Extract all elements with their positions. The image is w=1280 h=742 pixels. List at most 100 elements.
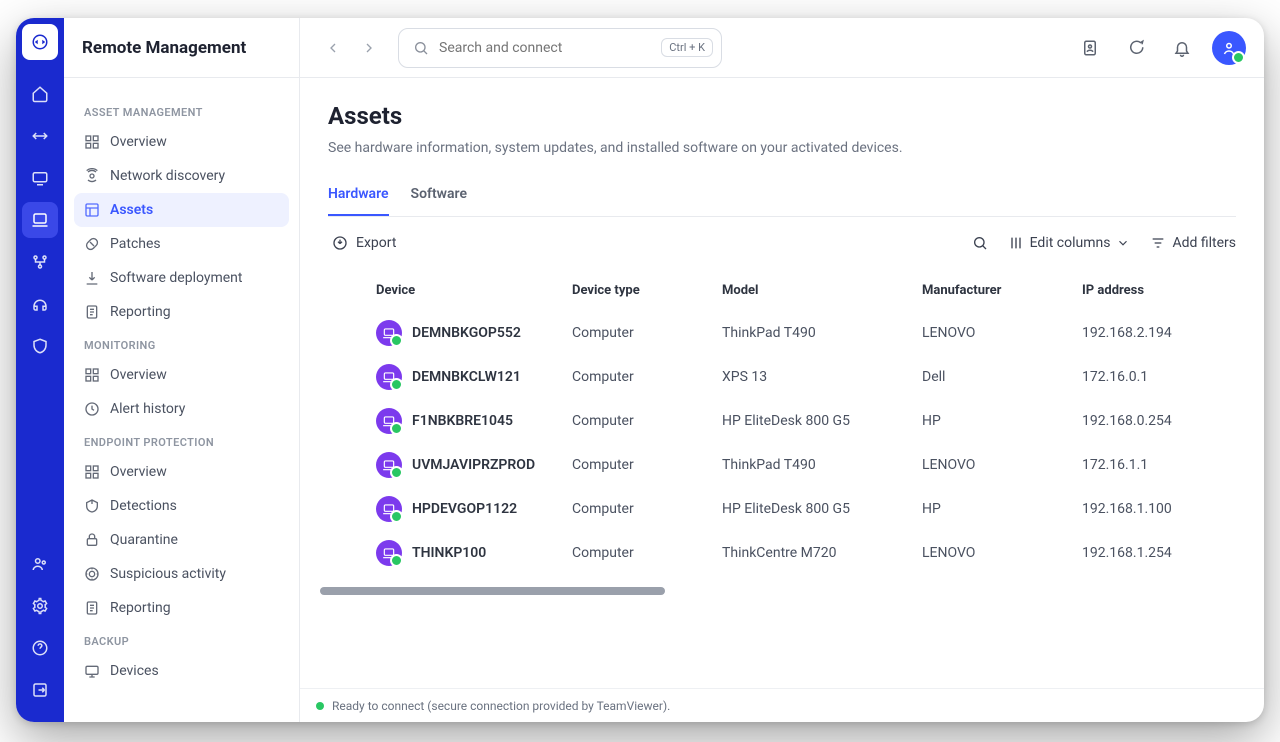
sidebar-item-quarantine[interactable]: Quarantine [74,523,289,557]
cell-model: ThinkPad T490 [722,457,922,473]
cell-ip: 192.168.2.194 [1082,325,1232,341]
cell-type: Computer [572,545,722,561]
cell-ip: 172.16.0.1 [1082,369,1232,385]
status-dot-icon [316,702,324,710]
search-input[interactable] [439,40,651,56]
notifications-icon[interactable] [1166,32,1198,64]
device-cell: F1NBKBRE1045 [376,408,572,434]
device-cell: HPDEVGOP1122 [376,496,572,522]
tab-hardware[interactable]: Hardware [328,178,389,216]
search-shortcut: Ctrl + K [661,38,713,57]
table-search-button[interactable] [972,235,988,251]
status-bar: Ready to connect (secure connection prov… [300,688,1264,722]
rail-exit-icon[interactable] [22,672,58,708]
rail-transfer-icon[interactable] [22,118,58,154]
export-label: Export [356,235,396,251]
cell-ip: 192.168.1.100 [1082,501,1232,517]
table-row[interactable]: DEMNBKCLW121ComputerXPS 13Dell172.16.0.1 [328,355,1236,399]
cell-model: XPS 13 [722,369,922,385]
page-subtitle: See hardware information, system updates… [328,140,1236,156]
sidebar-item-overview[interactable]: Overview [74,455,289,489]
page-title: Assets [328,102,1236,130]
cell-ip: 172.16.1.1 [1082,457,1232,473]
cell-type: Computer [572,369,722,385]
edit-columns-button[interactable]: Edit columns [1008,235,1131,251]
edit-columns-label: Edit columns [1030,235,1111,251]
cell-ip: 192.168.0.254 [1082,413,1232,429]
device-icon [376,364,402,390]
sidebar-item-suspicious-activity[interactable]: Suspicious activity [74,557,289,591]
cell-type: Computer [572,457,722,473]
sidebar-item-reporting[interactable]: Reporting [74,591,289,625]
cell-type: Computer [572,413,722,429]
chevron-down-icon [1116,236,1130,250]
table-row[interactable]: THINKP100ComputerThinkCentre M720LENOVO1… [328,531,1236,575]
export-button[interactable]: Export [328,229,400,257]
device-cell: UVMJAVIPRZPROD [376,452,572,478]
device-icon [376,452,402,478]
table-body: DEMNBKGOP552ComputerThinkPad T490LENOVO1… [328,311,1236,575]
nav-section-title: MONITORING [74,329,289,358]
rail-users-icon[interactable] [22,546,58,582]
rail-support-icon[interactable] [22,286,58,322]
sidebar-item-devices[interactable]: Devices [74,654,289,688]
device-icon [376,540,402,566]
table-row[interactable]: HPDEVGOP1122ComputerHP EliteDesk 800 G5H… [328,487,1236,531]
sidebar-item-patches[interactable]: Patches [74,227,289,261]
add-filters-button[interactable]: Add filters [1150,235,1236,251]
cell-manufacturer: LENOVO [922,545,1082,561]
cell-model: ThinkCentre M720 [722,545,922,561]
table-row[interactable]: DEMNBKGOP552ComputerThinkPad T490LENOVO1… [328,311,1236,355]
sidebar-item-network-discovery[interactable]: Network discovery [74,159,289,193]
device-icon [376,408,402,434]
rail-workflow-icon[interactable] [22,244,58,280]
cell-manufacturer: LENOVO [922,457,1082,473]
sidebar-item-assets[interactable]: Assets [74,193,289,227]
nav-section-title: ENDPOINT PROTECTION [74,426,289,455]
sidebar-item-overview[interactable]: Overview [74,358,289,392]
cell-manufacturer: HP [922,501,1082,517]
cell-ip: 192.168.1.254 [1082,545,1232,561]
nav-forward-button[interactable] [354,33,384,63]
search-icon [972,235,988,251]
search-field[interactable]: Ctrl + K [398,28,722,68]
rail-settings-icon[interactable] [22,588,58,624]
filter-icon [1150,235,1166,251]
sidebar-item-alert-history[interactable]: Alert history [74,392,289,426]
sidebar-item-software-deployment[interactable]: Software deployment [74,261,289,295]
app-title: Remote Management [82,38,246,58]
sidebar-item-reporting[interactable]: Reporting [74,295,289,329]
sidebar-nav: ASSET MANAGEMENTOverviewNetwork discover… [64,78,300,688]
col-type: Device type [572,283,722,298]
contacts-icon[interactable] [1074,32,1106,64]
device-cell: DEMNBKGOP552 [376,320,572,346]
device-icon [376,320,402,346]
tab-software[interactable]: Software [411,178,467,216]
export-icon [332,235,348,251]
nav-section-title: BACKUP [74,625,289,654]
table-row[interactable]: F1NBKBRE1045ComputerHP EliteDesk 800 G5H… [328,399,1236,443]
col-device: Device [376,283,572,298]
cell-type: Computer [572,325,722,341]
rail-help-icon[interactable] [22,630,58,666]
horizontal-scrollbar[interactable] [320,587,1236,595]
rail-chat-icon[interactable] [22,160,58,196]
rail-shield-icon[interactable] [22,328,58,364]
user-avatar[interactable] [1212,31,1246,65]
icon-rail [16,18,64,722]
brand-logo [22,24,58,60]
cell-manufacturer: HP [922,413,1082,429]
device-cell: THINKP100 [376,540,572,566]
topbar: Ctrl + K [300,18,1264,78]
sidebar-item-overview[interactable]: Overview [74,125,289,159]
device-icon [376,496,402,522]
table-row[interactable]: UVMJAVIPRZPRODComputerThinkPad T490LENOV… [328,443,1236,487]
cell-model: HP EliteDesk 800 G5 [722,413,922,429]
rail-home-icon[interactable] [22,76,58,112]
cell-model: ThinkPad T490 [722,325,922,341]
sidebar-item-detections[interactable]: Detections [74,489,289,523]
messages-icon[interactable] [1120,32,1152,64]
rail-assets-icon[interactable] [22,202,58,238]
nav-back-button[interactable] [318,33,348,63]
app-title-bar: Remote Management [64,18,299,78]
